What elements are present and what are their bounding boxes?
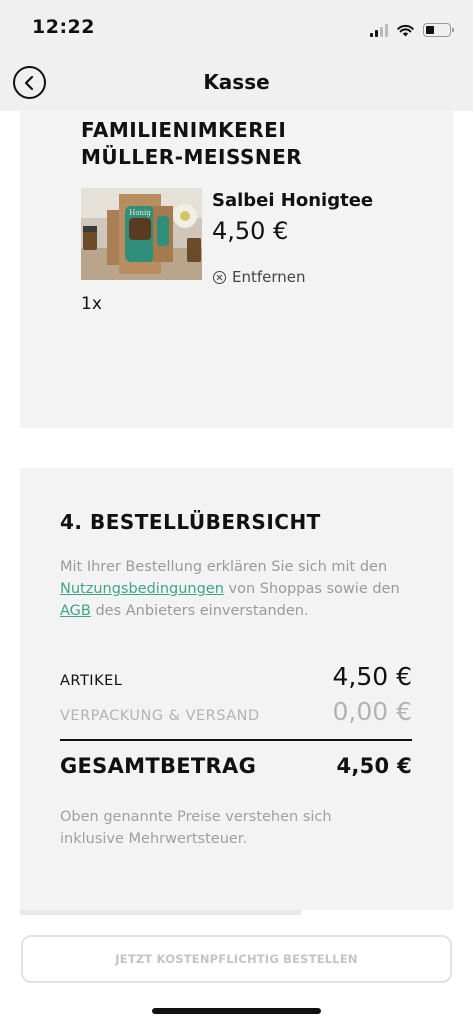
page-title: Kasse <box>203 70 270 94</box>
item-quantity: 1x <box>81 294 102 314</box>
horizontal-scrollbar[interactable] <box>20 910 301 915</box>
terms-text-part: von Shoppas sowie den <box>223 581 400 597</box>
total-label: GESAMTBETRAG <box>60 754 257 778</box>
articles-value: 4,50 € <box>332 662 412 691</box>
status-time: 12:22 <box>32 16 95 38</box>
remove-circle-x-icon <box>213 270 226 284</box>
terms-of-use-link[interactable]: Nutzungsbedingungen <box>60 581 224 597</box>
shipping-value: 0,00 € <box>332 697 412 726</box>
home-indicator[interactable] <box>152 1008 321 1014</box>
product-price: 4,50 € <box>212 217 289 245</box>
terms-text-part: Mit Ihrer Bestellung erklären Sie sich m… <box>60 559 388 575</box>
status-icons <box>370 19 454 37</box>
agb-link[interactable]: AGB <box>60 603 91 619</box>
total-row: GESAMTBETRAG 4,50 € <box>60 754 412 778</box>
articles-label: ARTIKEL <box>60 673 123 689</box>
cellular-signal-icon <box>370 24 388 37</box>
remove-item-label: Entfernen <box>232 268 306 286</box>
shipping-label: VERPACKUNG & VERSAND <box>60 708 260 724</box>
product-image-label: Honig <box>129 209 151 217</box>
store-cart-card: FAMILIENIMKEREI MÜLLER-MEISSNER Honig Sa… <box>20 111 453 428</box>
product-image[interactable]: Honig <box>81 188 202 280</box>
place-order-button[interactable]: JETZT KOSTENPFLICHTIG BESTELLEN <box>21 935 452 983</box>
vendor-name: FAMILIENIMKEREI MÜLLER-MEISSNER <box>81 118 303 169</box>
terms-text: Mit Ihrer Bestellung erklären Sie sich m… <box>60 556 420 622</box>
section-title: 4. BESTELLÜBERSICHT <box>60 510 321 534</box>
top-bar: 12:22 Kasse <box>0 0 473 111</box>
tax-note: Oben genannte Preise verstehen sich inkl… <box>60 809 332 847</box>
shipping-row: VERPACKUNG & VERSAND 0,00 € <box>60 697 412 726</box>
total-value: 4,50 € <box>336 754 412 778</box>
product-photo: Honig <box>81 188 202 280</box>
total-divider <box>60 739 412 741</box>
terms-text-part: des Anbieters einverstanden. <box>90 603 309 619</box>
order-overview-card: 4. BESTELLÜBERSICHT Mit Ihrer Bestellung… <box>20 468 453 910</box>
articles-row: ARTIKEL 4,50 € <box>60 662 412 691</box>
product-name: Salbei Honigtee <box>212 190 374 211</box>
wifi-icon <box>397 24 414 37</box>
remove-item-button[interactable]: Entfernen <box>213 268 306 286</box>
battery-icon <box>423 23 454 37</box>
